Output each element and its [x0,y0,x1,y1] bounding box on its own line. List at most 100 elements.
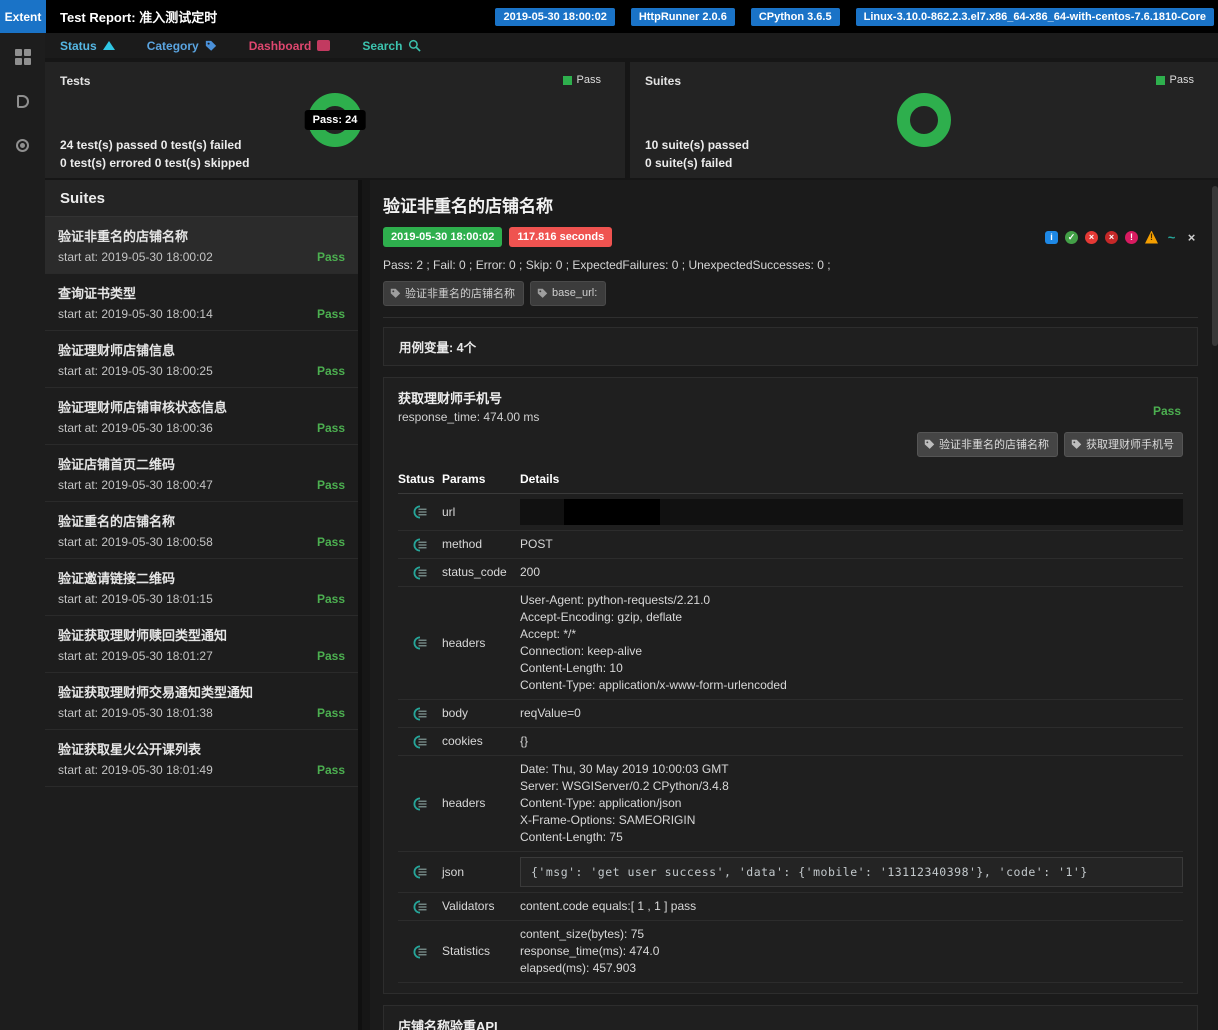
detail-text: Content-Type: application/x-www-form-url… [520,678,787,692]
tag-chip[interactable]: 获取理财师手机号 [1064,432,1183,457]
topbar-badges: 2019-05-30 18:00:02 HttpRunner 2.0.6 CPy… [495,7,1218,26]
python-version-badge: CPython 3.6.5 [750,7,840,26]
suite-list-item[interactable]: 验证理财师店铺审核状态信息 start at: 2019-05-30 18:00… [45,388,358,445]
nav-status[interactable]: Status [60,39,115,53]
suites-donut-chart[interactable] [897,93,951,147]
duration-badge: 117.816 seconds [509,227,613,247]
skip-filter-icon[interactable]: ~ [1165,231,1178,244]
suite-list-item[interactable]: 验证理财师店铺信息 start at: 2019-05-30 18:00:25 … [45,331,358,388]
step-name[interactable]: 店铺名称验重API [398,1016,1183,1030]
detail-text: Date: Thu, 30 May 2019 10:00:03 GMT [520,762,729,776]
suite-status-badge: Pass [316,250,345,264]
step-box: 获取理财师手机号 response_time: 474.00 ms Pass 验… [383,377,1198,994]
test-tags: 验证非重名的店铺名称 base_url: [383,281,1198,306]
suite-status-badge: Pass [316,478,345,492]
navbar: Status Category Dashboard Search [45,33,1218,58]
suites-list: 验证非重名的店铺名称 start at: 2019-05-30 18:00:02… [45,217,358,787]
suites-card-title: Suites [645,74,682,88]
tests-summary: 24 test(s) passed 0 test(s) failed 0 tes… [60,136,249,172]
fail-filter-icon[interactable]: × [1085,230,1098,244]
suite-name: 验证邀请链接二维码 [58,571,176,586]
detail-text: Accept: */* [520,627,577,641]
tag-chip[interactable]: 验证非重名的店铺名称 [383,281,524,306]
param-details: {'msg': 'get user success', 'data': {'mo… [520,857,1183,887]
suite-status-badge: Pass [316,592,345,606]
suite-list-item[interactable]: 验证非重名的店铺名称 start at: 2019-05-30 18:00:02… [45,217,358,274]
dashboard-icon [16,94,29,108]
table-row: json {'msg': 'get user success', 'data':… [398,852,1183,893]
suite-start-time: start at: 2019-05-30 18:01:38 [58,706,213,720]
log-status-cell [398,707,442,721]
param-name: cookies [442,734,483,748]
legend-pass-swatch [562,75,572,85]
tests-grid-icon[interactable] [14,49,31,65]
settings-rail-icon[interactable] [15,137,31,153]
suite-start-time: start at: 2019-05-30 18:00:14 [58,307,213,321]
step-name[interactable]: 获取理财师手机号 [398,388,1183,407]
dashboard-rail-icon[interactable] [15,93,31,109]
suite-start-time: start at: 2019-05-30 18:00:25 [58,364,213,378]
suite-status-badge: Pass [316,535,345,549]
scrollbar-thumb[interactable] [1212,186,1218,346]
detail-text: reqValue=0 [520,706,581,720]
log-status-cell [398,945,442,959]
dashboard-cards: Tests Pass Pass: 24 24 test(s) passed 0 … [45,62,1218,178]
suite-start-time: start at: 2019-05-30 18:00:02 [58,250,213,264]
left-rail [0,33,45,1030]
warning-filter-icon[interactable]: ! [1145,230,1158,244]
suite-status-badge: Pass [316,706,345,720]
legend-pass-label: Pass [1169,74,1194,86]
pass-filter-icon[interactable]: ✓ [1065,230,1078,244]
detail-text: {} [520,734,529,748]
close-icon[interactable]: × [1185,231,1198,244]
param-name: json [442,864,465,879]
divider [383,317,1198,318]
suites-summary-line2: 0 suite(s) failed [645,156,733,170]
log-status-cell [398,865,442,879]
suite-list-item[interactable]: 验证邀请链接二维码 start at: 2019-05-30 18:01:15 … [45,559,358,616]
tag-chip[interactable]: 验证非重名的店铺名称 [917,432,1058,457]
platform-badge: Linux-3.10.0-862.2.3.el7.x86_64-x86_64-w… [855,7,1214,26]
tag-chip[interactable]: base_url: [530,281,607,306]
suite-status-badge: Pass [316,421,345,435]
log-status-icon [413,865,427,879]
suites-legend[interactable]: Pass [1155,74,1194,86]
suite-status-badge: Pass [316,307,345,321]
table-row: url [398,494,1183,531]
detail-text: Content-Type: application/json [520,796,682,810]
suites-panel-title: Suites [45,180,358,217]
param-name: headers [442,635,486,650]
nav-search[interactable]: Search [362,39,422,53]
col-params: Params [442,472,486,486]
fatal-filter-icon[interactable]: × [1105,230,1118,244]
error-filter-icon[interactable]: ! [1125,230,1138,244]
detail-text: POST [520,537,553,551]
tests-chart-tooltip: Pass: 24 [304,110,366,130]
info-filter-icon[interactable]: i [1045,230,1058,244]
table-row: Validators content.code equals:[ 1 , 1 ]… [398,893,1183,921]
table-row: headers User-Agent: python-requests/2.21… [398,587,1183,700]
test-title: 验证非重名的店铺名称 [383,197,553,216]
suite-list-item[interactable]: 验证店铺首页二维码 start at: 2019-05-30 18:00:47 … [45,445,358,502]
log-status-cell [398,505,442,519]
suite-name: 查询证书类型 [58,286,137,301]
col-details: Details [520,472,560,486]
suite-list-item[interactable]: 查询证书类型 start at: 2019-05-30 18:00:14 Pas… [45,274,358,331]
tag-icon [924,439,935,449]
param-name: url [442,504,456,519]
detail-text: content_size(bytes): 75 [520,927,645,941]
result-stats-line: Pass: 2 ; Fail: 0 ; Error: 0 ; Skip: 0 ;… [383,258,831,272]
start-time-badge: 2019-05-30 18:00:02 [383,227,503,247]
nav-dashboard[interactable]: Dashboard [249,39,331,53]
tests-legend[interactable]: Pass [562,74,601,86]
detail-text: content.code equals:[ 1 , 1 ] pass [520,899,697,913]
suite-name: 验证获取星火公开课列表 [58,742,202,757]
suite-list-item[interactable]: 验证获取星火公开课列表 start at: 2019-05-30 18:01:4… [45,730,358,787]
suites-panel: Suites 验证非重名的店铺名称 start at: 2019-05-30 1… [45,180,362,1030]
suite-list-item[interactable]: 验证获取理财师交易通知类型通知 start at: 2019-05-30 18:… [45,673,358,730]
extent-logo[interactable]: Extent [0,0,46,33]
nav-category[interactable]: Category [147,39,217,53]
status-filter-icons: i ✓ × ×!! ~ × [1045,230,1198,244]
suite-list-item[interactable]: 验证获取理财师赎回类型通知 start at: 2019-05-30 18:01… [45,616,358,673]
suite-list-item[interactable]: 验证重名的店铺名称 start at: 2019-05-30 18:00:58 … [45,502,358,559]
